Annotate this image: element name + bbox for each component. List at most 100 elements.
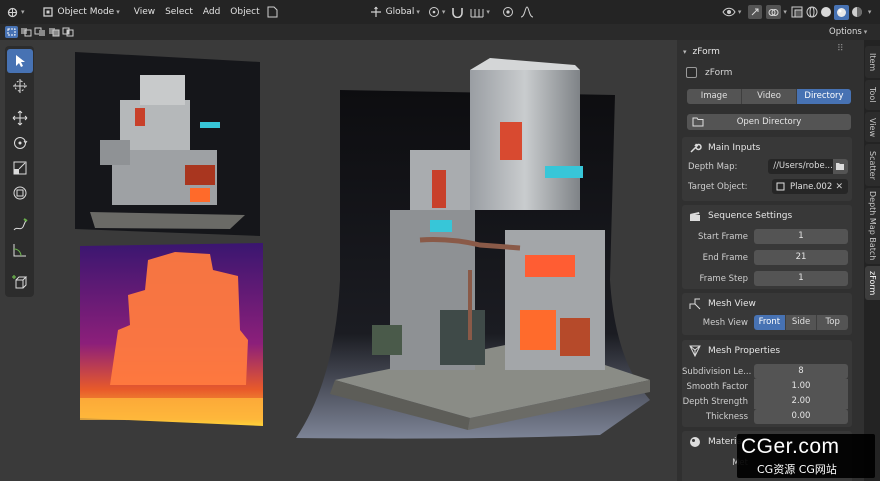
measure-tool[interactable] [7, 238, 33, 262]
editor-type-selector[interactable]: ▾ [0, 0, 30, 24]
smooth-factor-field[interactable]: 1.00 [754, 379, 848, 394]
menu-select[interactable]: Select [160, 0, 198, 24]
sequence-settings-header[interactable]: Sequence Settings [682, 205, 852, 227]
shading-material[interactable] [833, 0, 850, 24]
start-frame-label: Start Frame [698, 231, 748, 242]
zform-enable-row[interactable]: zForm [686, 67, 732, 78]
select-tool[interactable] [6, 49, 33, 73]
displaced-building-mesh[interactable] [296, 58, 650, 439]
clear-icon[interactable]: ✕ [835, 182, 843, 192]
shading-options[interactable]: ▾ [864, 0, 874, 24]
open-directory-button[interactable]: Open Directory [687, 114, 851, 130]
snap-toggle[interactable] [448, 0, 467, 24]
depth-strength-label: Depth Strength [682, 396, 748, 407]
start-frame-field[interactable]: 1 [754, 229, 848, 244]
shading-rendered[interactable] [850, 0, 864, 24]
view-top-option[interactable]: Top [817, 315, 848, 330]
depth-map-image-plane[interactable] [80, 243, 263, 426]
select-mode-extend[interactable] [20, 26, 32, 38]
tool-shelf [5, 46, 34, 297]
transform-icon [13, 186, 26, 200]
drag-handle-icon[interactable]: ⠿ [837, 44, 857, 58]
chevron-down-icon: ▾ [416, 8, 420, 16]
mode-selector[interactable]: Object Mode ▾ [36, 0, 125, 24]
select-invert-icon [49, 28, 60, 37]
tab-view[interactable]: View [865, 112, 880, 142]
tab-image[interactable]: Image [687, 89, 742, 104]
end-frame-label: End Frame [702, 252, 748, 263]
falloff-selector[interactable] [517, 0, 537, 24]
mesh-view-header[interactable]: Mesh View [682, 293, 852, 315]
frame-step-field[interactable]: 1 [754, 271, 848, 286]
tab-scatter[interactable]: Scatter [865, 144, 880, 186]
move-tool[interactable] [7, 106, 33, 130]
select-mode-invert[interactable] [48, 26, 60, 38]
menu-add[interactable]: Add [198, 0, 225, 24]
select-extend-icon [21, 28, 32, 37]
overlays-toggle[interactable]: ▾ [764, 0, 789, 24]
chevron-down-icon: ▾ [21, 8, 25, 16]
depth-strength-field[interactable]: 2.00 [754, 394, 848, 409]
end-frame-field[interactable]: 21 [754, 250, 848, 265]
select-box-mode-set[interactable] [5, 26, 18, 38]
tab-directory[interactable]: Directory [797, 89, 851, 104]
3d-viewport[interactable] [0, 40, 677, 481]
annotate-tool[interactable] [7, 213, 33, 237]
menu-object[interactable]: Object [225, 0, 264, 24]
shading-solid[interactable] [819, 0, 833, 24]
transform-tool[interactable] [7, 181, 33, 205]
menu-view[interactable]: View [129, 0, 160, 24]
source-tabs: Image Video Directory [687, 89, 851, 104]
depth-map-label: Depth Map: [688, 161, 738, 172]
transform-orientation-selector[interactable]: Global ▾ [364, 0, 425, 24]
subdivision-field[interactable]: 8 [754, 364, 848, 379]
reference-image-plane[interactable] [75, 52, 260, 236]
3d-cursor-icon [12, 79, 27, 93]
mesh-properties-header[interactable]: Mesh Properties [682, 340, 852, 362]
panel-header[interactable]: ▾ zForm [683, 44, 720, 60]
tab-item[interactable]: Item [865, 46, 880, 78]
visibility-icon [722, 7, 736, 17]
rotate-tool[interactable] [7, 131, 33, 155]
view-side-option[interactable]: Side [785, 315, 818, 330]
snap-target-selector[interactable]: ▾ [467, 0, 493, 24]
panel-title: zForm [692, 47, 720, 57]
mesh-view-title: Mesh View [708, 299, 756, 309]
tab-zform[interactable]: zForm [865, 266, 880, 300]
gizmo-icon [752, 8, 759, 16]
tab-tool[interactable]: Tool [865, 80, 880, 110]
tab-video[interactable]: Video [742, 89, 797, 104]
options-menu[interactable]: Options ▾ [829, 25, 868, 39]
thickness-field[interactable]: 0.00 [754, 409, 848, 424]
folder-icon [692, 117, 704, 127]
target-object-field[interactable]: Plane.002 ✕ [772, 179, 848, 194]
select-mode-subtract[interactable] [34, 26, 46, 38]
depth-map-path-field[interactable]: //Users/robe... [768, 159, 833, 174]
wrench-icon [690, 143, 702, 153]
rendered-shading-icon [851, 7, 862, 17]
options-label: Options [829, 27, 862, 37]
tab-depth-map-batch[interactable]: Depth Map Batch [865, 188, 880, 264]
object-data-icon[interactable] [265, 0, 280, 24]
proportional-editing-toggle[interactable] [499, 0, 517, 24]
chevron-down-icon: ▾ [863, 28, 868, 36]
add-cube-tool[interactable] [7, 270, 33, 294]
clapperboard-icon [690, 211, 700, 221]
pivot-point-selector[interactable]: ▾ [425, 0, 449, 24]
cursor-tool[interactable] [7, 74, 33, 98]
cursor-arrow-icon [15, 55, 25, 67]
mesh-view-label: Mesh View [702, 317, 748, 328]
scale-tool[interactable] [7, 156, 33, 180]
solid-shading-icon [820, 7, 831, 17]
thickness-label: Thickness [705, 411, 748, 422]
view-front-option[interactable]: Front [754, 315, 786, 330]
select-mode-intersect[interactable] [62, 26, 74, 38]
main-inputs-header[interactable]: Main Inputs [682, 137, 852, 159]
zform-enable-checkbox[interactable] [686, 67, 697, 78]
shading-wireframe[interactable] [805, 0, 819, 24]
main-inputs-title: Main Inputs [708, 143, 761, 153]
visibility-selector[interactable]: ▾ [717, 0, 747, 24]
gizmo-toggle[interactable] [746, 0, 764, 24]
browse-folder-button[interactable] [832, 159, 848, 174]
xray-toggle[interactable] [789, 0, 805, 24]
